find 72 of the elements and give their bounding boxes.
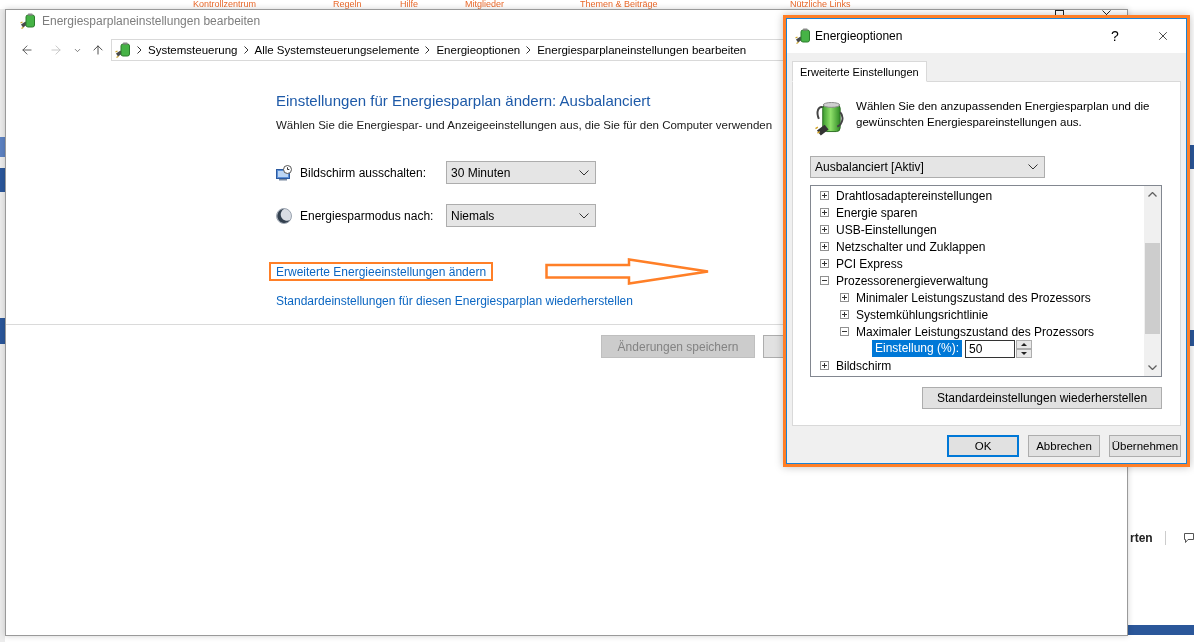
plus-box-icon[interactable]	[820, 225, 829, 234]
plus-box-icon[interactable]	[840, 293, 849, 302]
breadcrumb-item[interactable]: Systemsteuerung	[148, 44, 238, 56]
page-heading: Einstellungen für Energiesparplan ändern: Ausbalanciert	[276, 91, 651, 111]
restore-defaults-button[interactable]: Standardeinstellungen wiederherstellen	[922, 387, 1162, 409]
tree-item[interactable]: Drahtlosadaptereinstellungen	[836, 188, 993, 203]
triangle-up-icon	[1021, 342, 1028, 346]
battery-plug-icon	[115, 42, 131, 58]
value-field[interactable]: 50	[965, 339, 1016, 358]
chevron-right-icon	[526, 46, 532, 54]
speech-bubble-icon[interactable]	[1184, 533, 1194, 543]
page-bar	[0, 137, 5, 157]
chevron-right-icon	[243, 46, 249, 54]
tree-item[interactable]: USB-Einstellungen	[836, 222, 937, 237]
scroll-up-icon[interactable]	[1148, 192, 1157, 197]
scroll-down-icon[interactable]	[1148, 365, 1157, 370]
setting-label: Energiesparmodus nach:	[300, 208, 435, 223]
chevron-right-icon	[137, 46, 142, 54]
plus-box-icon[interactable]	[840, 310, 849, 319]
tree-item[interactable]: PCI Express	[836, 256, 903, 271]
setting-label: Bildschirm ausschalten:	[300, 165, 428, 180]
moon-icon	[276, 207, 292, 224]
triangle-down-icon	[1021, 351, 1028, 355]
battery-plug-icon	[20, 13, 36, 29]
breadcrumb-item[interactable]: Energieoptionen	[436, 44, 521, 56]
page-bar	[0, 168, 5, 192]
plus-box-icon[interactable]	[820, 242, 829, 251]
plus-box-icon[interactable]	[820, 259, 829, 268]
window-title: Energiesparplaneinstellungen bearbeiten	[42, 14, 261, 28]
dropdown[interactable]: 30 Minuten	[446, 161, 596, 184]
settings-link[interactable]: Standardeinstellungen für diesen Energiesparplan wiederherstellen	[276, 293, 633, 308]
minus-box-icon[interactable]	[820, 276, 829, 285]
chevron-down-icon	[579, 212, 589, 219]
page-bar	[1190, 330, 1194, 346]
tree-item[interactable]: Prozessorenergieverwaltung	[836, 273, 989, 288]
help-button[interactable]: ?	[1094, 21, 1136, 51]
dialog-button[interactable]: Abbrechen	[1028, 435, 1100, 457]
tree-item[interactable]: Maximaler Leistungszustand des Prozessors	[856, 324, 1095, 339]
chevron-down-icon	[1028, 164, 1038, 170]
tree-item[interactable]: Minimaler Leistungszustand des Prozessors	[856, 290, 1091, 305]
tree-item[interactable]: Netzschalter und Zuklappen	[836, 239, 986, 254]
page-bar	[1128, 625, 1194, 635]
monitor-clock-icon	[276, 164, 292, 181]
spin-down-button[interactable]	[1016, 348, 1033, 358]
scrollbar[interactable]	[1144, 186, 1161, 376]
battery-plug-icon	[795, 28, 811, 44]
dropdown[interactable]: Niemals	[446, 204, 596, 227]
tab[interactable]: Erweiterte Einstellungen	[792, 61, 927, 82]
plan-dropdown[interactable]: Ausbalanciert [Aktiv]	[810, 156, 1045, 178]
breadcrumb-item[interactable]: Alle Systemsteuerungselemente	[254, 44, 420, 56]
chevron-down-icon	[579, 169, 589, 176]
page-bar	[1190, 145, 1194, 169]
tree-item[interactable]: Bildschirm	[836, 358, 892, 373]
page-bar	[0, 318, 5, 344]
dialog-button[interactable]: Übernehmen	[1109, 435, 1181, 457]
settings-link[interactable]: Erweiterte Energieeinstellungen ändern	[276, 264, 487, 279]
page-description: Wählen Sie die Energiespar- und Anzeigeeinstellungen aus, die Sie für den Computer verwenden	[276, 118, 773, 133]
setting-label[interactable]: Einstellung (%):	[872, 340, 963, 357]
minus-box-icon[interactable]	[840, 327, 849, 336]
plus-box-icon[interactable]	[820, 208, 829, 217]
tree-item[interactable]: Systemkühlungsrichtlinie	[856, 307, 989, 322]
page-text: rten	[1130, 531, 1153, 545]
intro-text: Wählen Sie den anzupassenden Energiesparplan und die gewünschten Energiespareinstellungen aus.	[856, 99, 1151, 130]
plus-box-icon[interactable]	[820, 191, 829, 200]
spin-up-button[interactable]	[1016, 339, 1033, 349]
close-icon	[1156, 29, 1170, 43]
dialog-button[interactable]: OK	[947, 435, 1019, 457]
scrollbar-thumb[interactable]	[1145, 243, 1160, 334]
tree-item[interactable]: Energie sparen	[836, 205, 918, 220]
chevron-right-icon	[425, 46, 431, 54]
breadcrumb-item[interactable]: Energiesparplaneinstellungen bearbeiten	[537, 44, 747, 56]
plus-box-icon[interactable]	[820, 361, 829, 370]
